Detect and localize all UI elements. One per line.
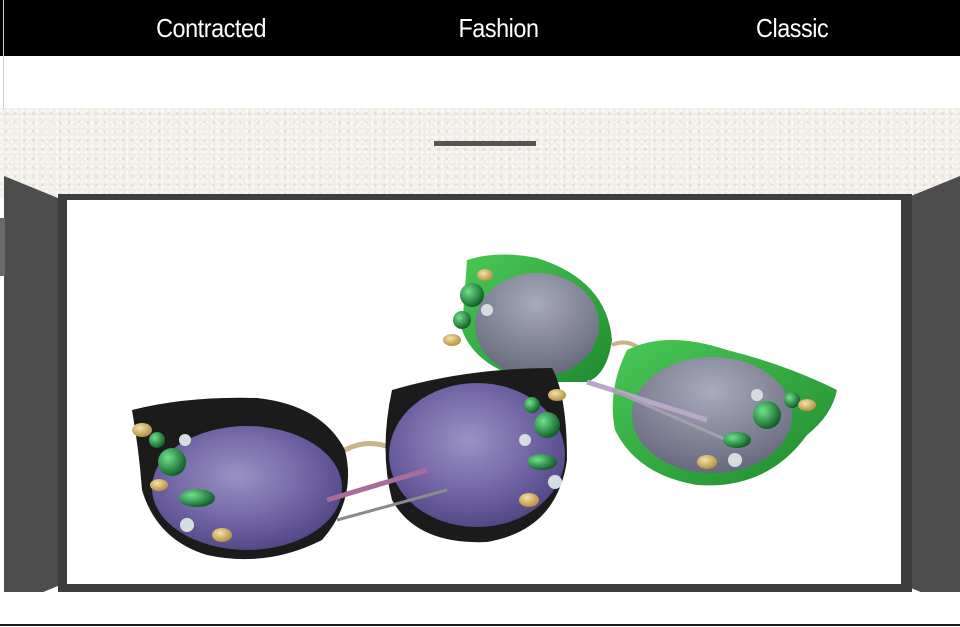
bottom-rule <box>0 624 960 626</box>
left-edge-marker <box>0 218 5 276</box>
tab-contracted[interactable]: Contracted <box>156 0 266 56</box>
floor-area <box>0 592 960 627</box>
product-photo <box>67 200 901 584</box>
textured-band <box>0 108 960 198</box>
header-bar: Contracted Fashion Classic <box>0 0 960 56</box>
section-divider <box>434 141 536 146</box>
sunglasses-illustration <box>132 254 837 560</box>
edge-line <box>3 0 4 108</box>
header-spacer <box>0 56 960 108</box>
left-wall <box>4 176 58 608</box>
right-wall <box>906 176 960 608</box>
tab-classic[interactable]: Classic <box>756 0 829 56</box>
tab-fashion[interactable]: Fashion <box>458 0 539 56</box>
black-sunglasses <box>132 368 567 560</box>
